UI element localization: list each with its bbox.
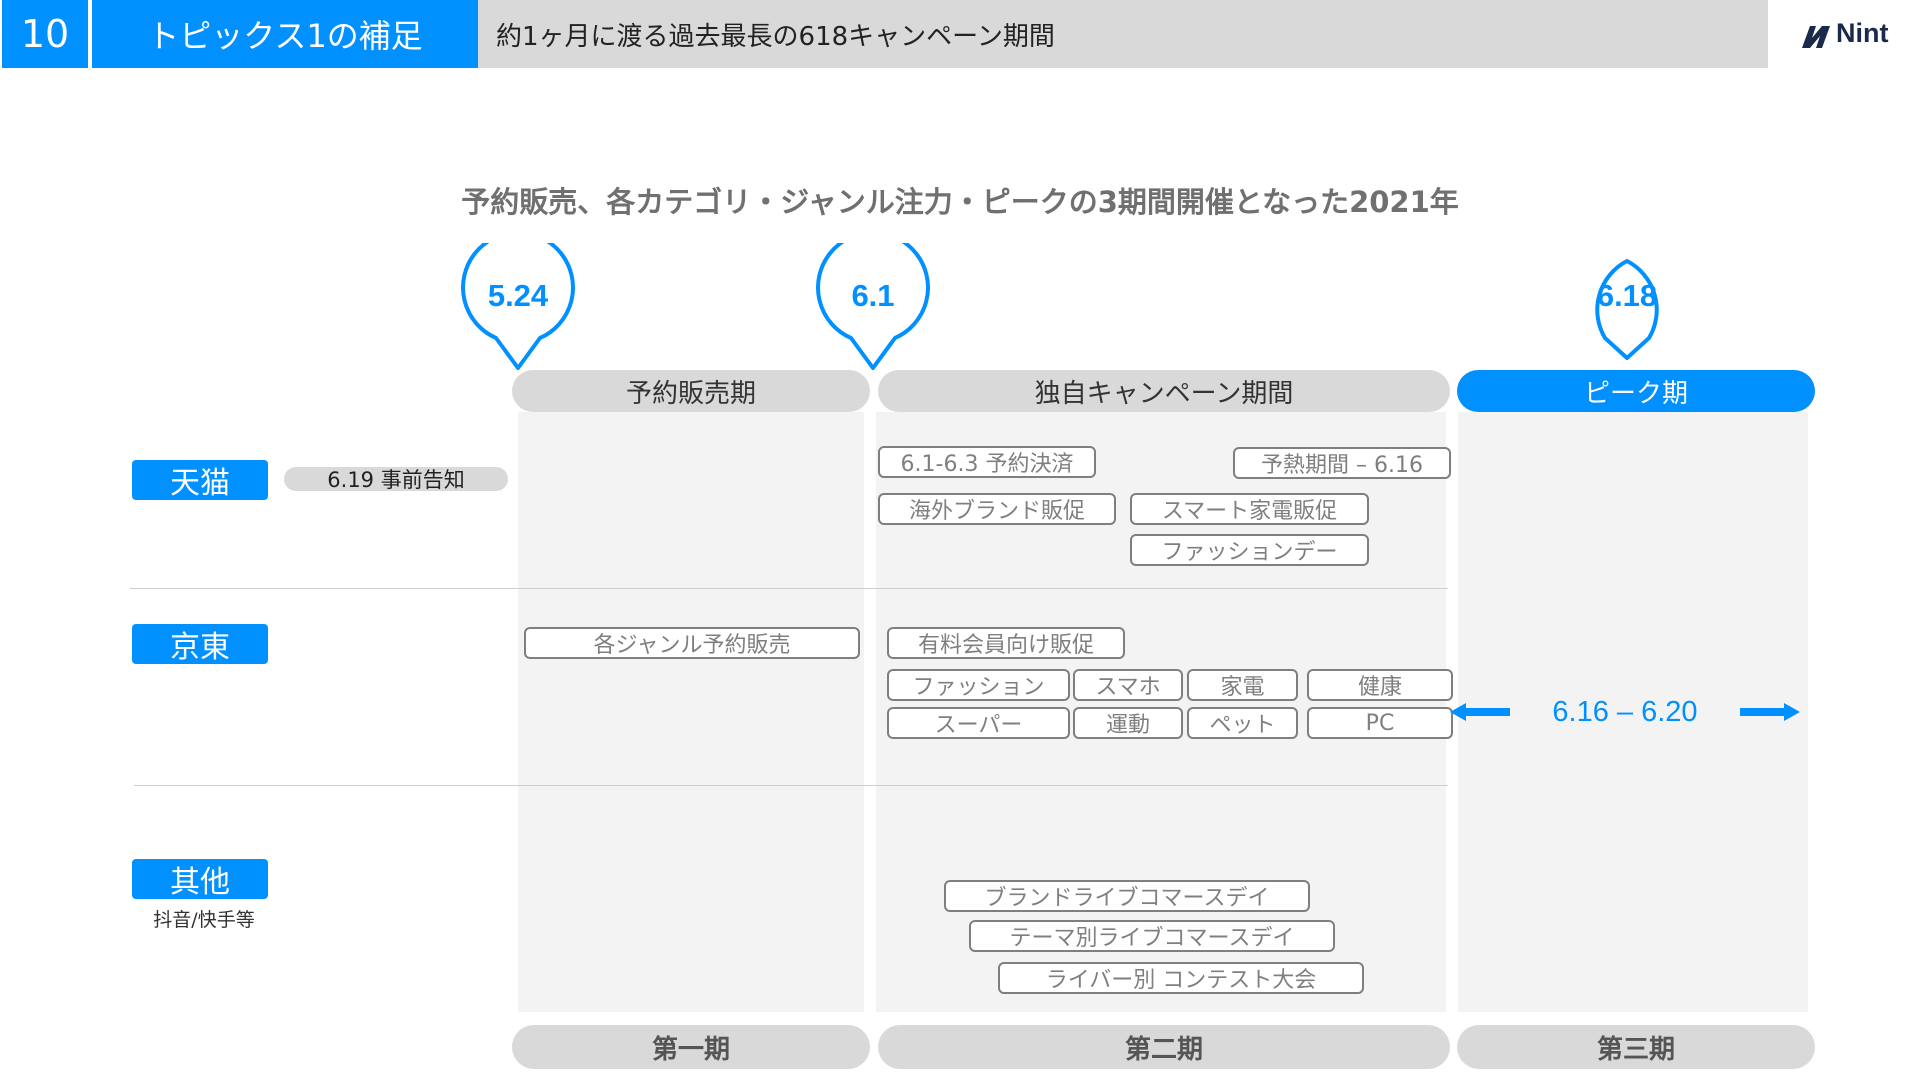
event-tag: 海外ブランド販促 <box>878 493 1116 525</box>
row-divider <box>134 785 1448 786</box>
diagram-title: 予約販売、各カテゴリ・ジャンル注力・ピークの3期間開催となった2021年 <box>461 185 1459 219</box>
row-label-tmall: 天猫 <box>132 460 268 501</box>
event-tag: 6.1-6.3 予約決済 <box>878 446 1096 478</box>
nint-logo-mark-icon <box>1802 26 1830 48</box>
row-divider <box>130 588 1448 589</box>
event-tag: 運動 <box>1073 707 1183 739</box>
event-tag: スマホ <box>1073 669 1183 701</box>
arrow-right-icon <box>1740 703 1800 721</box>
row-sublabel-other: 抖音/快手等 <box>153 908 255 931</box>
event-tag: 予熱期間 – 6.16 <box>1233 447 1451 479</box>
event-tag: テーマ別ライブコマースデイ <box>969 920 1335 952</box>
event-tag: ファッションデー <box>1130 534 1369 566</box>
event-tag: 各ジャンル予約販売 <box>524 627 860 659</box>
section-title: トピックス1の補足 <box>92 0 478 68</box>
callout-bubble: 6.1 <box>813 243 933 370</box>
event-tag: スーパー <box>887 707 1070 739</box>
event-tag: 家電 <box>1187 669 1298 701</box>
arrow-left-icon <box>1450 703 1510 721</box>
tmall-note: 6.19 事前告知 <box>284 467 508 492</box>
event-tag: 有料会員向け販促 <box>887 627 1125 659</box>
footer-phase: 第一期 <box>512 1025 870 1069</box>
event-tag: ブランドライブコマースデイ <box>944 880 1310 912</box>
event-tag: スマート家電販促 <box>1130 493 1369 525</box>
footer-phase: 第三期 <box>1457 1025 1815 1069</box>
row-label-jd: 京東 <box>132 624 268 665</box>
callout-date: 6.18 <box>1596 277 1658 313</box>
phase-header-peak: ピーク期 <box>1457 370 1815 412</box>
peak-range-text: 6.16 – 6.20 <box>1552 695 1698 728</box>
logo-text: Nint <box>1836 18 1889 48</box>
phase-header: 予約販売期 <box>512 370 870 412</box>
event-tag: ペット <box>1187 707 1298 739</box>
header-subtitle: 約1ヶ月に渡る過去最長の618キャンペーン期間 <box>478 0 1768 68</box>
callout-bubble: 6.18 <box>1567 243 1687 363</box>
callout-date: 5.24 <box>487 277 549 313</box>
nint-logo: Nint <box>1800 16 1900 52</box>
callout-bubble: 5.24 <box>458 243 578 370</box>
row-label-other: 其他 <box>132 859 268 900</box>
column-bg-phase-1 <box>518 412 864 1012</box>
footer-phase: 第二期 <box>878 1025 1450 1069</box>
event-tag: ファッション <box>887 669 1070 701</box>
event-tag: ライバー別 コンテスト大会 <box>998 962 1364 994</box>
page-number: 10 <box>2 0 88 68</box>
callout-date: 6.1 <box>851 277 895 313</box>
peak-range: 6.16 – 6.20 <box>1430 693 1800 731</box>
phase-header: 独自キャンペーン期間 <box>878 370 1450 412</box>
